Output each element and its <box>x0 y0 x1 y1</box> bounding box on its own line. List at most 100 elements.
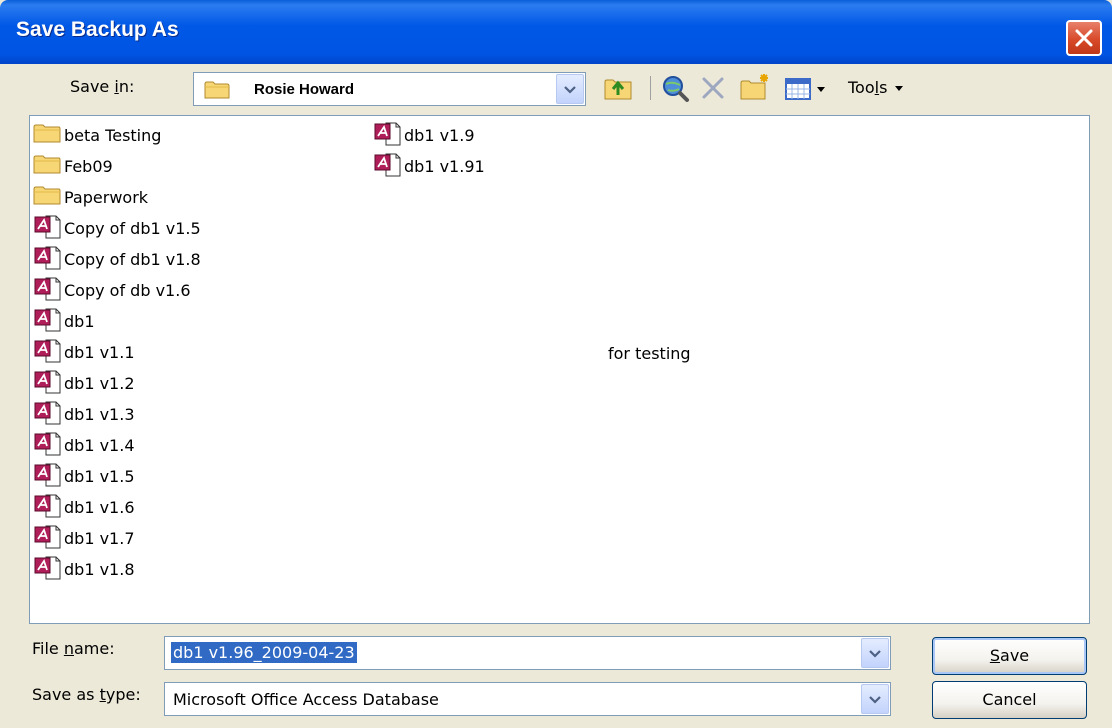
item-label: Copy of db1 v1.5 <box>64 218 201 238</box>
folder-icon-wrap <box>32 152 64 180</box>
access-database-icon <box>34 556 61 580</box>
access-database-icon <box>374 153 401 177</box>
folder-icon <box>33 186 61 205</box>
item-label: db1 v1.91 <box>404 156 485 176</box>
file-item[interactable]: db1 <box>32 307 95 335</box>
toolbar-separator <box>650 76 651 100</box>
access-database-icon <box>34 339 61 363</box>
folder-icon <box>33 124 61 143</box>
file-icon-wrap <box>32 338 64 366</box>
folder-item[interactable]: beta Testing <box>32 121 161 149</box>
access-database-icon <box>34 401 61 425</box>
up-folder-icon <box>604 79 632 100</box>
save-button[interactable]: Save <box>932 637 1087 675</box>
file-item[interactable]: Copy of db v1.6 <box>32 276 191 304</box>
item-label: Copy of db1 v1.8 <box>64 249 201 269</box>
file-item[interactable]: db1 v1.91 <box>372 152 485 180</box>
save-in-dropdown-button[interactable] <box>556 74 584 104</box>
file-icon-wrap <box>32 493 64 521</box>
item-label: db1 v1.4 <box>64 435 135 455</box>
save-as-type-dropdown[interactable]: Microsoft Office Access Database <box>164 682 891 716</box>
file-name-label: File name: <box>32 639 115 658</box>
folder-icon-wrap <box>32 121 64 149</box>
chevron-down-icon <box>564 86 576 94</box>
file-icon-wrap <box>32 555 64 583</box>
tools-menu[interactable]: Tools <box>848 78 905 97</box>
delete-button[interactable] <box>700 76 726 104</box>
item-label: db1 v1.2 <box>64 373 135 393</box>
file-icon-wrap <box>32 276 64 304</box>
title-bar: Save Backup As <box>0 0 1112 64</box>
file-icon-wrap <box>372 152 404 180</box>
access-database-icon <box>34 370 61 394</box>
globe-search-icon <box>663 76 689 102</box>
item-label: db1 v1.1 <box>64 342 135 362</box>
item-label: db1 v1.8 <box>64 559 135 579</box>
file-item[interactable]: db1 v1.7 <box>32 524 135 552</box>
cancel-button[interactable]: Cancel <box>932 681 1087 719</box>
folder-item[interactable]: Paperwork <box>32 183 148 211</box>
file-item[interactable]: db1 v1.3 <box>32 400 135 428</box>
file-item[interactable]: db1 v1.9 <box>372 121 475 149</box>
item-label: Feb09 <box>64 156 113 176</box>
file-item[interactable]: Copy of db1 v1.5 <box>32 214 201 242</box>
save-as-type-dropdown-button[interactable] <box>861 684 889 714</box>
file-item[interactable]: db1 v1.5 <box>32 462 135 490</box>
file-list[interactable]: for testing beta Testing Feb09 Paperwork Co… <box>29 115 1090 624</box>
file-name-value[interactable]: db1 v1.96_2009-04-23 <box>171 642 357 663</box>
window-title: Save Backup As <box>16 18 179 41</box>
file-item[interactable]: db1 v1.1 <box>32 338 135 366</box>
file-icon-wrap <box>32 524 64 552</box>
file-icon-wrap <box>32 214 64 242</box>
item-label: db1 <box>64 311 95 331</box>
file-icon-wrap <box>32 245 64 273</box>
views-button[interactable] <box>784 76 828 106</box>
file-icon-wrap <box>32 431 64 459</box>
up-one-level-button[interactable] <box>602 73 636 107</box>
item-label: db1 v1.9 <box>404 125 475 145</box>
dropdown-arrow-icon <box>894 86 903 91</box>
save-in-dropdown[interactable]: Rosie Howard <box>193 72 586 106</box>
item-label: Copy of db v1.6 <box>64 280 191 300</box>
chevron-down-icon <box>869 650 881 658</box>
close-button[interactable] <box>1066 20 1102 56</box>
views-icon <box>785 78 825 100</box>
file-icon-wrap <box>32 400 64 428</box>
file-icon-wrap <box>32 462 64 490</box>
file-name-dropdown-button[interactable] <box>861 638 889 668</box>
save-in-label: Save in: <box>70 77 135 96</box>
file-icon-wrap <box>32 307 64 335</box>
item-label: Paperwork <box>64 187 149 207</box>
access-database-icon <box>374 122 401 146</box>
access-database-icon <box>34 463 61 487</box>
access-database-icon <box>34 277 61 301</box>
item-label: db1 v1.7 <box>64 528 135 548</box>
access-database-icon <box>34 308 61 332</box>
close-icon <box>1075 29 1093 47</box>
file-name-input[interactable]: db1 v1.96_2009-04-23 <box>164 636 891 670</box>
save-as-type-label: Save as type: <box>32 685 141 704</box>
file-icon-wrap <box>32 369 64 397</box>
file-item[interactable]: db1 v1.8 <box>32 555 135 583</box>
access-database-icon <box>34 494 61 518</box>
file-item[interactable]: Copy of db1 v1.8 <box>32 245 201 273</box>
access-database-icon <box>34 525 61 549</box>
save-in-value: Rosie Howard <box>254 81 355 98</box>
access-database-icon <box>34 432 61 456</box>
new-folder-button[interactable] <box>738 72 772 106</box>
description-text: for testing <box>608 344 691 363</box>
file-item[interactable]: db1 v1.2 <box>32 369 135 397</box>
item-label: beta Testing <box>64 125 162 145</box>
search-web-button[interactable] <box>660 73 692 107</box>
folder-item[interactable]: Feb09 <box>32 152 113 180</box>
item-label: db1 v1.5 <box>64 466 135 486</box>
access-database-icon <box>34 215 61 239</box>
file-item[interactable]: db1 v1.4 <box>32 431 135 459</box>
new-folder-icon <box>740 74 768 100</box>
folder-icon-wrap <box>32 183 64 211</box>
folder-icon <box>33 155 61 174</box>
file-item[interactable]: db1 v1.6 <box>32 493 135 521</box>
item-label: db1 v1.3 <box>64 404 135 424</box>
access-database-icon <box>34 246 61 270</box>
file-icon-wrap <box>372 121 404 149</box>
